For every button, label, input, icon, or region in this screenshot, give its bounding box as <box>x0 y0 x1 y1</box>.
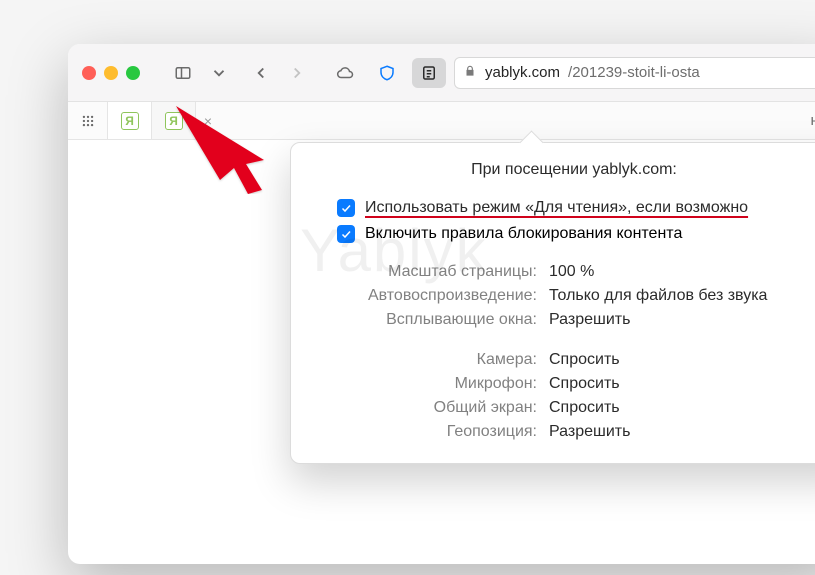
content-blocking-checkbox[interactable] <box>337 225 355 243</box>
back-button[interactable] <box>244 58 278 88</box>
icloud-tabs-button[interactable] <box>328 58 362 88</box>
zoom-label: Масштаб страницы: <box>337 263 537 281</box>
zoom-value[interactable]: 100 % <box>549 263 811 281</box>
forward-button[interactable] <box>280 58 314 88</box>
tab-1[interactable]: Я <box>108 102 152 139</box>
tab-title-fragment: нит <box>220 102 815 139</box>
tab-2[interactable]: Я <box>152 102 196 139</box>
close-tab-button[interactable]: × <box>196 102 220 139</box>
sidebar-toggle-button[interactable] <box>166 58 200 88</box>
browser-window: yablyk.com/201239-stoit-li-osta Я Я × ни… <box>68 44 815 564</box>
url-host: yablyk.com <box>485 64 560 81</box>
screen-label: Общий экран: <box>337 399 537 417</box>
minimize-window-button[interactable] <box>104 66 118 80</box>
address-bar[interactable]: yablyk.com/201239-stoit-li-osta <box>454 57 815 89</box>
mic-label: Микрофон: <box>337 375 537 393</box>
reader-settings-button[interactable] <box>412 58 446 88</box>
sidebar-menu-chevron-icon[interactable] <box>208 58 230 88</box>
camera-label: Камера: <box>337 351 537 369</box>
camera-value[interactable]: Спросить <box>549 351 811 369</box>
favicon-icon: Я <box>121 112 139 130</box>
reader-mode-row[interactable]: Использовать режим «Для чтения», если во… <box>313 197 815 223</box>
content-blocking-row[interactable]: Включить правила блокирования контента <box>313 223 815 249</box>
geo-label: Геопозиция: <box>337 423 537 441</box>
favicon-icon: Я <box>165 112 183 130</box>
autoplay-value[interactable]: Только для файлов без звука <box>549 287 811 305</box>
content-blocking-label: Включить правила блокирования контента <box>365 225 682 243</box>
screen-value[interactable]: Спросить <box>549 399 811 417</box>
autoplay-label: Автовоспроизведение: <box>337 287 537 305</box>
tab-overview-button[interactable] <box>68 102 108 139</box>
tab-bar: Я Я × нит <box>68 102 815 140</box>
window-controls <box>82 66 140 80</box>
reader-mode-checkbox[interactable] <box>337 199 355 217</box>
privacy-report-button[interactable] <box>370 58 404 88</box>
site-settings-popover: При посещении yablyk.com: Использовать р… <box>290 142 815 464</box>
toolbar: yablyk.com/201239-stoit-li-osta <box>68 44 815 102</box>
url-path: /201239-stoit-li-osta <box>568 64 700 81</box>
popover-title: При посещении yablyk.com: <box>313 161 815 179</box>
lock-icon <box>463 64 477 82</box>
popups-label: Всплывающие окна: <box>337 311 537 329</box>
close-window-button[interactable] <box>82 66 96 80</box>
mic-value[interactable]: Спросить <box>549 375 811 393</box>
popups-value[interactable]: Разрешить <box>549 311 811 329</box>
reader-mode-label: Использовать режим «Для чтения», если во… <box>365 199 748 217</box>
geo-value[interactable]: Разрешить <box>549 423 811 441</box>
zoom-window-button[interactable] <box>126 66 140 80</box>
